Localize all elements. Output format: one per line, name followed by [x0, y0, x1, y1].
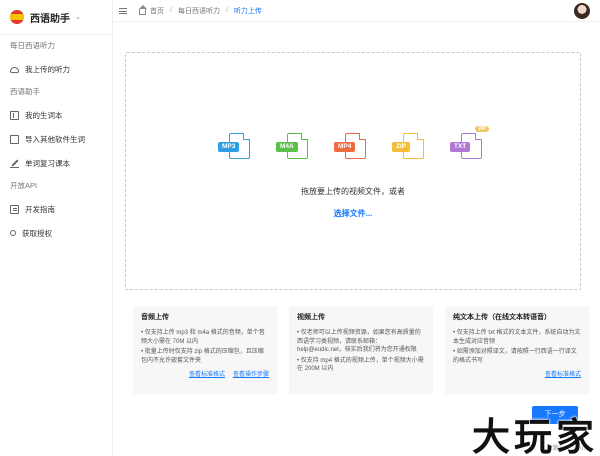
sidebar-section-title: 每日西语听力: [10, 41, 55, 50]
breadcrumb-separator: /: [225, 7, 228, 14]
sidebar-item-label: 我的生词本: [25, 110, 63, 120]
brand[interactable]: 西语助手 ⌄: [0, 0, 112, 35]
card-title: 音频上传: [141, 314, 169, 321]
sidebar-item-label: 开发指南: [25, 204, 55, 214]
info-cards: 音频上传 • 仅支持上传 mp3 和 m4a 格式的音频，单个音频大小需在 70…: [133, 306, 589, 394]
watermark: 大玩家: [472, 414, 599, 456]
card-title: 纯文本上传（在线文本转语音）: [453, 314, 551, 321]
card-line: • 批量上传时仅支持 zip 格式的压缩包，且压缩包内不允许嵌套文件夹: [141, 349, 264, 364]
sidebar-item-label: 我上传的听力: [25, 64, 70, 74]
card-links: 查看标准格式 查看操作步骤: [189, 369, 269, 378]
sidebar: 西语助手 ⌄ 每日西语听力 我上传的听力 西语助手 我的生词本 导入其他软件生词…: [0, 0, 113, 456]
import-icon: [10, 134, 19, 144]
app-name: 西语助手: [30, 13, 70, 25]
menu-icon[interactable]: [119, 7, 127, 14]
avatar[interactable]: [574, 3, 590, 19]
book-icon: [10, 110, 19, 120]
view-steps-link[interactable]: 查看操作步骤: [233, 369, 269, 378]
spain-flag-icon: [10, 10, 24, 24]
card-line: • 仅支持上传 txt 格式的文本文件，系统自动为文本生成对应音频: [453, 330, 581, 345]
card-title: 视频上传: [297, 314, 325, 321]
sidebar-item-import-words[interactable]: 导入其他软件生词: [0, 127, 112, 151]
key-icon: [10, 230, 16, 236]
mp3-file-icon: MP3: [218, 133, 264, 159]
sidebar-section-title: 开放API: [10, 181, 38, 190]
sidebar-item-wordbook[interactable]: 我的生词本: [0, 103, 112, 127]
topbar: 首页 / 每日西语听力 / 听力上传: [113, 0, 600, 22]
doc-icon: [10, 204, 19, 214]
view-format-link[interactable]: 查看标准格式: [189, 369, 225, 378]
drop-instructions: 拖放要上传的视频文件，或者: [301, 187, 405, 196]
card-line: • 仅老师可以上传视频资源，如果您有高质量的西语学习类视频，请联系邮箱：help…: [297, 330, 421, 353]
cloud-icon: [10, 67, 19, 73]
chevron-down-icon[interactable]: ⌄: [75, 13, 81, 21]
card-line: • 如需添加对照译文，请按照一行西语一行译文的格式书写: [453, 349, 577, 364]
card-line: • 仅支持上传 mp3 和 m4a 格式的音频，单个音频大小需在 70M 以内: [141, 330, 265, 345]
m4a-file-icon: M4A: [276, 133, 322, 159]
video-upload-card: 视频上传 • 仅老师可以上传视频资源，如果您有高质量的西语学习类视频，请联系邮箱…: [289, 306, 433, 394]
text-upload-card: 纯文本上传（在线文本转语音） • 仅支持上传 txt 格式的文本文件，系统自动为…: [445, 306, 589, 394]
upload-dropzone[interactable]: MP3 M4A MP4 ZIP TXT VIP 拖放要上传的视频文件，或者 选择…: [125, 52, 581, 290]
sidebar-item-label: 单词复习课本: [25, 158, 70, 168]
home-icon: [139, 4, 147, 15]
sidebar-section-title: 西语助手: [10, 87, 40, 96]
sidebar-item-get-auth[interactable]: 获取授权: [0, 221, 112, 245]
card-line: • 仅支持 mp4 格式的视频上传，单个视频大小需在 200M 以内: [297, 357, 424, 373]
audio-upload-card: 音频上传 • 仅支持上传 mp3 和 m4a 格式的音频，单个音频大小需在 70…: [133, 306, 277, 394]
breadcrumb-listening[interactable]: 每日西语听力: [178, 6, 220, 16]
view-format-link[interactable]: 查看标准格式: [545, 369, 581, 378]
sidebar-item-review[interactable]: 单词复习课本: [0, 151, 112, 175]
breadcrumb: 首页 / 每日西语听力 / 听力上传: [139, 4, 262, 16]
mp4-file-icon: MP4: [334, 133, 380, 159]
pencil-icon: [10, 159, 19, 168]
txt-file-icon: TXT VIP: [450, 126, 496, 159]
breadcrumb-separator: /: [170, 7, 172, 14]
breadcrumb-current: 听力上传: [233, 7, 262, 15]
sidebar-item-label: 导入其他软件生词: [25, 134, 85, 144]
zip-file-icon: ZIP: [392, 133, 438, 159]
card-links: 查看标准格式: [545, 369, 581, 378]
sidebar-item-dev-guide[interactable]: 开发指南: [0, 197, 112, 221]
sidebar-item-my-uploads[interactable]: 我上传的听力: [0, 57, 112, 81]
sidebar-item-label: 获取授权: [22, 228, 52, 238]
select-file-link[interactable]: 选择文件...: [126, 208, 580, 219]
breadcrumb-home[interactable]: 首页: [150, 6, 164, 16]
vip-badge: VIP: [475, 126, 490, 132]
file-type-icons: MP3 M4A MP4 ZIP TXT VIP: [218, 126, 496, 159]
